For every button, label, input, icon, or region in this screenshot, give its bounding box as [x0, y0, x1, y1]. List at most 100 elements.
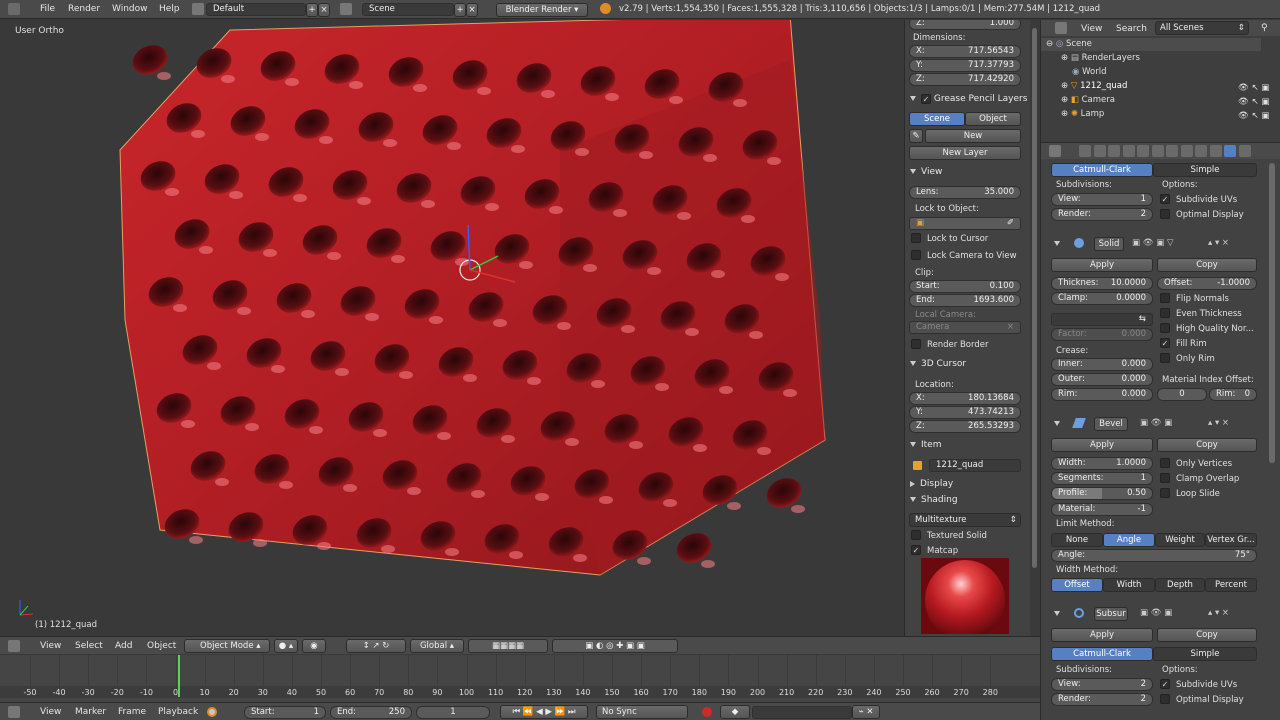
- info-editor-icon[interactable]: [8, 3, 20, 15]
- subsurf2-optimal-checkbox[interactable]: [1160, 694, 1170, 704]
- tl-menu-playback[interactable]: Playback: [158, 707, 198, 717]
- wmethod-width-tab[interactable]: Width: [1103, 578, 1155, 592]
- subsurf1-uvs-checkbox[interactable]: ✓: [1160, 194, 1170, 204]
- wmethod-percent-tab[interactable]: Percent: [1205, 578, 1257, 592]
- keyframe-insert-button[interactable]: ⌁ ✕: [852, 705, 880, 719]
- bevel-width-field[interactable]: Width: 1.0000: [1051, 457, 1153, 470]
- pivot-select[interactable]: ◉: [302, 639, 326, 653]
- dim-z-field[interactable]: Z: 717.42920: [909, 73, 1021, 86]
- menu-add[interactable]: Add: [115, 641, 132, 651]
- bevel-apply-button[interactable]: Apply: [1051, 438, 1153, 452]
- keying-set-field[interactable]: [752, 706, 852, 719]
- tl-menu-view[interactable]: View: [40, 707, 61, 717]
- properties-tab-icon[interactable]: [1238, 145, 1251, 157]
- bevel-profile-field[interactable]: Profile: 0.50: [1051, 487, 1153, 500]
- solid-offset-field[interactable]: Offset: -1.0000: [1157, 277, 1257, 290]
- layers-grid[interactable]: ▦▦▦▦: [468, 639, 548, 653]
- editor-type-icon[interactable]: [8, 640, 20, 652]
- item-name-field[interactable]: 1212_quad: [929, 459, 1021, 472]
- lock-object-field[interactable]: ▣ ✐: [909, 217, 1021, 230]
- properties-tab-icon[interactable]: [1093, 145, 1106, 157]
- wmethod-depth-tab[interactable]: Depth: [1155, 578, 1205, 592]
- subsurf1-render-field[interactable]: Render: 2: [1051, 208, 1153, 221]
- auto-key-icon[interactable]: [702, 707, 712, 717]
- cursor-panel-header[interactable]: 3D Cursor: [910, 359, 966, 369]
- subsurf2-simple-tab[interactable]: Simple: [1153, 647, 1257, 661]
- layout-add-button[interactable]: +: [306, 3, 318, 17]
- crease-outer-field[interactable]: Outer: 0.000: [1051, 373, 1153, 386]
- gp-object-tab[interactable]: Object: [965, 112, 1021, 126]
- display-panel-header[interactable]: Display: [910, 479, 953, 489]
- cursor-y-field[interactable]: Y: 473.74213: [909, 406, 1021, 419]
- playback-controls[interactable]: ⏮ ⏪ ◀ ▶ ⏩ ⏭: [500, 705, 588, 719]
- outliner-lamp[interactable]: ⊕ ✺ Lamp: [1061, 109, 1104, 119]
- record-icon[interactable]: [207, 707, 217, 717]
- even-thickness-checkbox[interactable]: [1160, 308, 1170, 318]
- bevel-angle-field[interactable]: Angle: 75°: [1051, 549, 1257, 562]
- keying-set-select[interactable]: ◆: [720, 705, 750, 719]
- properties-tab-icon[interactable]: [1180, 145, 1193, 157]
- wmethod-offset-tab[interactable]: Offset: [1051, 578, 1103, 592]
- lens-field[interactable]: Lens: 35.000: [909, 186, 1021, 199]
- only-rim-checkbox[interactable]: [1160, 353, 1170, 363]
- end-frame-field[interactable]: End: 250: [330, 706, 412, 719]
- lock-camera-checkbox[interactable]: [911, 250, 921, 260]
- gp-scene-tab[interactable]: Scene: [909, 112, 965, 126]
- layout-icon[interactable]: [192, 3, 204, 15]
- properties-tab-icon[interactable]: [1137, 145, 1149, 157]
- limit-weight-tab[interactable]: Weight: [1155, 533, 1205, 547]
- z-field-top[interactable]: Z: 1.000: [909, 20, 1021, 30]
- subsurf1-view-field[interactable]: View: 1: [1051, 193, 1153, 206]
- subsurf2-uvs-checkbox[interactable]: ✓: [1160, 679, 1170, 689]
- menu-object[interactable]: Object: [147, 641, 176, 651]
- scene-add-button[interactable]: +: [454, 3, 466, 17]
- orientation-select[interactable]: Global ▴: [410, 639, 464, 653]
- timeline[interactable]: -50 -40 -30 -20 -10 0 10 20 30 40 50 60 70 80 90 100 110…: [0, 655, 1040, 702]
- view-panel-header[interactable]: View: [910, 167, 942, 177]
- clip-end-field[interactable]: End: 1693.600: [909, 294, 1021, 307]
- current-frame-field[interactable]: 1: [416, 706, 490, 719]
- solid-name-field[interactable]: Solid: [1094, 237, 1124, 251]
- tl-menu-frame[interactable]: Frame: [118, 707, 146, 717]
- properties-tab-icon[interactable]: [1122, 145, 1135, 157]
- current-frame-marker[interactable]: [178, 655, 180, 697]
- outliner-world[interactable]: ◉ World: [1072, 67, 1106, 77]
- n-panel-scrollbar[interactable]: [1030, 20, 1040, 636]
- sync-select[interactable]: No Sync: [596, 705, 688, 719]
- cursor-z-field[interactable]: Z: 265.53293: [909, 420, 1021, 433]
- shading-mode-select[interactable]: Multitexture ⇕: [909, 513, 1021, 527]
- outliner-menu-view[interactable]: View: [1081, 24, 1102, 34]
- gp-new-button[interactable]: New: [925, 129, 1021, 143]
- viewport-3d[interactable]: User Ortho (1) 1212_quad: [0, 20, 904, 636]
- layout-select[interactable]: Default: [206, 3, 306, 16]
- cursor-x-field[interactable]: X: 180.13684: [909, 392, 1021, 405]
- only-vertices-checkbox[interactable]: [1160, 458, 1170, 468]
- grease-pencil-header[interactable]: ✓ Grease Pencil Layers: [910, 93, 1027, 104]
- bevel-material-field[interactable]: Material: -1: [1051, 503, 1153, 516]
- outliner-editor-icon[interactable]: [1055, 22, 1067, 34]
- outliner-visibility-icons[interactable]: 👁 ↖ ▣ 👁 ↖ ▣ 👁 ↖ ▣: [1238, 81, 1269, 123]
- solid-apply-button[interactable]: Apply: [1051, 258, 1153, 272]
- render-border-checkbox[interactable]: [911, 339, 921, 349]
- properties-tab-icon[interactable]: [1079, 145, 1091, 157]
- manipulator-toggle[interactable]: ↕ ↗ ↻: [346, 639, 406, 653]
- item-panel-header[interactable]: Item: [910, 440, 942, 450]
- fill-rim-checkbox[interactable]: ✓: [1160, 338, 1170, 348]
- dim-x-field[interactable]: X: 717.56543: [909, 45, 1021, 58]
- scene-remove-button[interactable]: ×: [466, 3, 478, 17]
- menu-window[interactable]: Window: [112, 4, 148, 14]
- flip-normals-checkbox[interactable]: [1160, 293, 1170, 303]
- solid-modifier-header[interactable]: Solid ▣ 👁 ▣ ▽ ▴ ▾ ×: [1046, 236, 1261, 252]
- clip-start-field[interactable]: Start: 0.100: [909, 280, 1021, 293]
- limit-vertex-group-tab[interactable]: Vertex Gr...: [1205, 533, 1257, 547]
- menu-file[interactable]: File: [40, 4, 55, 14]
- properties-scrollbar[interactable]: [1269, 163, 1275, 463]
- lock-cursor-checkbox[interactable]: [911, 233, 921, 243]
- subsurf1-optimal-checkbox[interactable]: [1160, 209, 1170, 219]
- solid-thickness-field[interactable]: Thicknes: 10.0000: [1051, 277, 1153, 290]
- loop-slide-checkbox[interactable]: [1160, 488, 1170, 498]
- properties-tab-icon[interactable]: [1151, 145, 1164, 157]
- shading-select[interactable]: ● ▴: [274, 639, 298, 653]
- shading-panel-header[interactable]: Shading: [910, 495, 958, 505]
- scene-icon[interactable]: [340, 3, 352, 15]
